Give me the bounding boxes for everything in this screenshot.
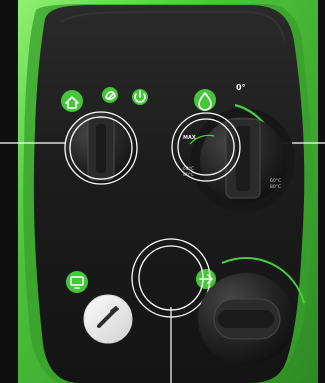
key-switch[interactable] [83,294,133,344]
scale-label-3: 60°C [270,178,281,184]
control-panel-photo: 0° MAX 60°C 80°C 60°C 80°C [0,0,325,383]
max-label: MAX [183,135,196,141]
display-button[interactable] [66,271,88,293]
temperature-mark: 0° [236,83,246,92]
scale-label-1: 60°C [183,166,194,172]
scale-label-2: 80°C [183,172,194,178]
control-panel-scene: 0° MAX 60°C 80°C 60°C 80°C [0,0,325,383]
scale-label-4: 80°C [270,184,281,190]
left-knob[interactable] [64,111,138,185]
